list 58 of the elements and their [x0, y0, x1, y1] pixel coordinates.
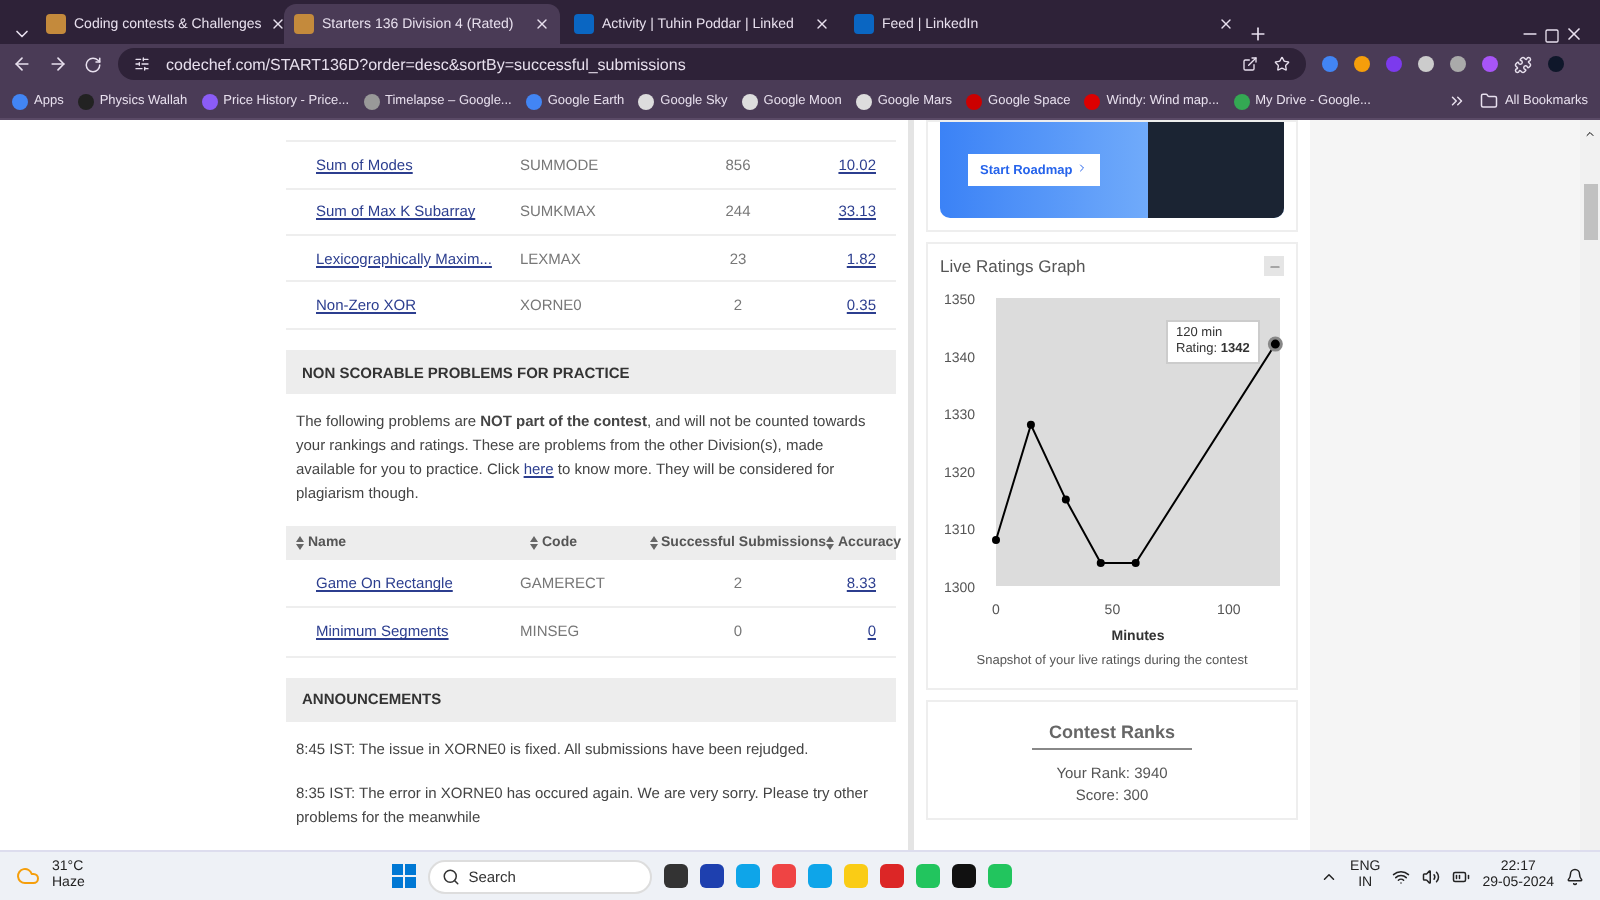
- close-icon: [269, 16, 286, 32]
- bookmark-icon: [1084, 93, 1101, 109]
- data-point[interactable]: [1131, 558, 1140, 567]
- search-icon: [442, 867, 461, 885]
- open-icon: [1242, 56, 1258, 72]
- scrollbar-thumb[interactable]: [1583, 184, 1597, 240]
- bookmark-icon: [1233, 93, 1250, 109]
- bookmark-icon: [638, 93, 655, 109]
- taskbar-app-icon[interactable]: [700, 864, 725, 888]
- bookmark-icon: [966, 93, 983, 109]
- photo-placeholder: [1148, 122, 1284, 218]
- bookmark-icon: [741, 93, 758, 109]
- start-icon[interactable]: [392, 864, 417, 888]
- folder-icon: [1480, 92, 1499, 110]
- data-point[interactable]: [1096, 558, 1105, 567]
- volume-icon: [1422, 867, 1441, 885]
- bookmark-icon: [201, 93, 218, 109]
- extensions-icon: [1514, 55, 1532, 73]
- close-icon: [1564, 24, 1584, 44]
- notification-icon: [1566, 867, 1585, 885]
- bookmark-icon: [12, 93, 28, 109]
- scroll-up-icon: [1584, 128, 1596, 140]
- site-icon: [854, 14, 874, 34]
- sort-icon: [826, 536, 834, 551]
- sort-icon: [530, 536, 538, 551]
- weather-icon: [16, 864, 40, 888]
- data-point[interactable]: [992, 535, 1000, 544]
- site-icon: [46, 14, 66, 34]
- chevron-icon: [1076, 162, 1089, 174]
- maximize-icon: [1544, 28, 1560, 44]
- site-icon: [574, 14, 594, 34]
- sort-icon: [296, 536, 304, 551]
- bookmark-icon: [855, 93, 872, 109]
- taskbar-app-icon[interactable]: [664, 864, 689, 888]
- data-point[interactable]: [1061, 495, 1070, 504]
- card-title: Contest Ranks: [1032, 722, 1191, 750]
- card-title: Live Ratings Graph: [940, 256, 1086, 276]
- back-icon: [12, 54, 32, 74]
- close-icon: [1218, 16, 1234, 32]
- bookmark-star-icon: [1274, 56, 1290, 72]
- bookmark-icon: [363, 93, 379, 109]
- wifi-icon: [1392, 867, 1411, 885]
- data-point[interactable]: [1026, 420, 1035, 429]
- address-bar[interactable]: codechef.com/START136D?order=desc&sortBy=successful_submissions: [118, 48, 1306, 80]
- bookmark-icon: [77, 93, 94, 109]
- more-bookmarks-icon: [1448, 92, 1467, 110]
- reload-icon: [84, 55, 102, 73]
- forward-icon: [48, 54, 68, 74]
- new-tab-icon: [1248, 24, 1268, 44]
- sort-icon: [650, 536, 658, 551]
- close-icon: [534, 16, 550, 32]
- taskbar-app-icon[interactable]: [952, 864, 977, 888]
- site-icon: [294, 14, 314, 34]
- highlighted-point[interactable]: [1267, 336, 1283, 352]
- close-icon: [814, 16, 830, 32]
- bookmark-icon: [525, 93, 542, 109]
- battery-icon: [1452, 867, 1471, 885]
- site-settings-icon: [134, 56, 150, 72]
